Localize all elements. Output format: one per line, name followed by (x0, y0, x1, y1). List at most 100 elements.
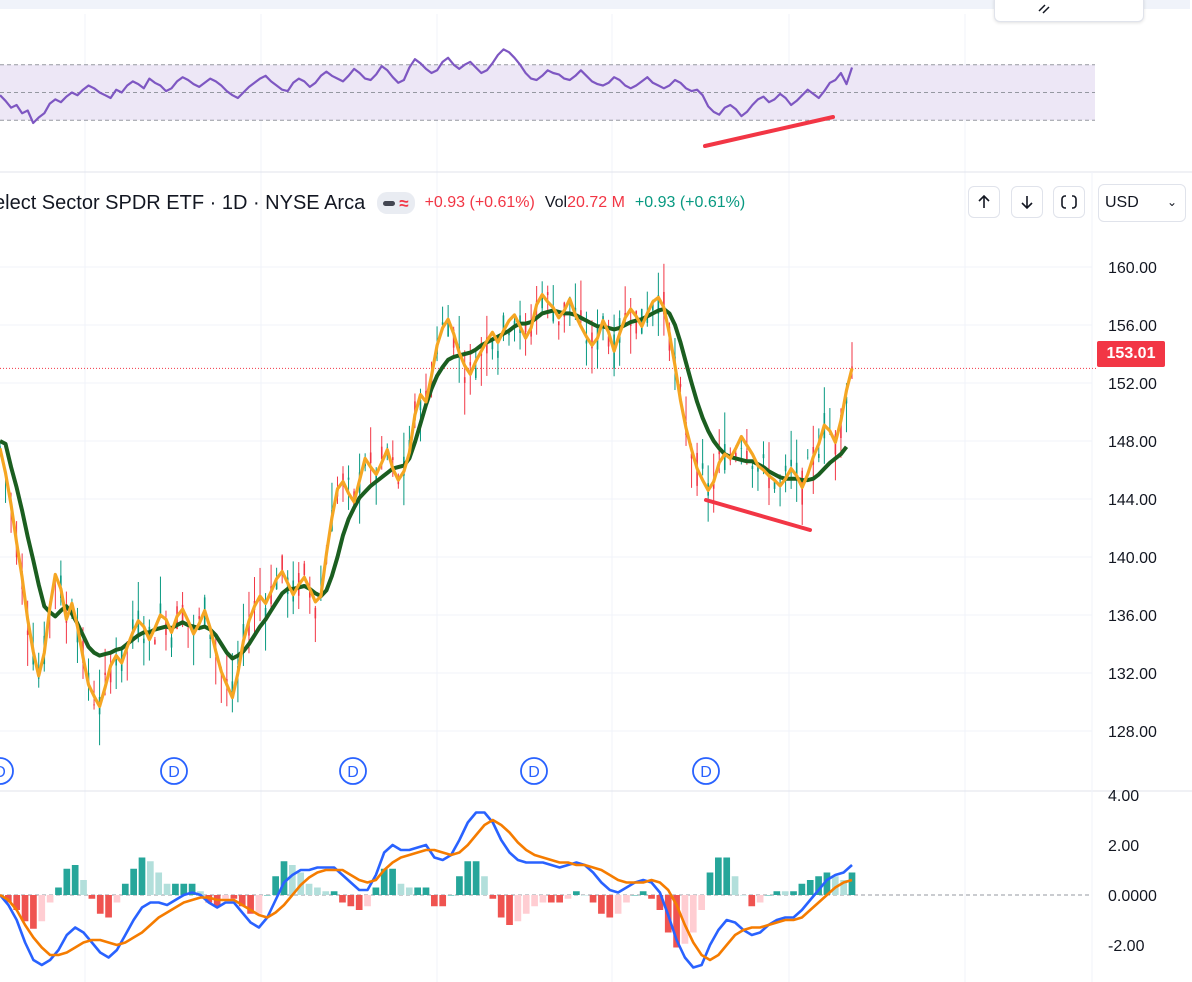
macd-histogram-bar (715, 857, 722, 895)
wave-icon: ≈ (399, 193, 409, 213)
macd-histogram-bar (339, 895, 346, 903)
macd-histogram-bar (364, 895, 371, 907)
macd-histogram-bar (222, 895, 229, 899)
down-arrow-icon (1021, 196, 1033, 210)
scroll-up-button[interactable] (968, 186, 1000, 218)
macd-histogram-bar (698, 895, 705, 910)
currency-select[interactable]: USD ⌄ (1098, 184, 1186, 222)
macd-histogram-bar (648, 895, 655, 899)
price-tick-label: 148.00 (1108, 434, 1157, 451)
fast-ma-line (0, 293, 854, 708)
macd-histogram-bar (422, 887, 430, 895)
macd-histogram-bar (639, 891, 647, 895)
dividend-marker-label: D (0, 764, 6, 781)
macd-histogram-bar (556, 895, 563, 903)
macd-histogram-bar (405, 887, 413, 895)
price-tick-label: 144.00 (1108, 492, 1157, 509)
macd-histogram-bar (263, 895, 271, 896)
macd-histogram-bar (848, 872, 856, 895)
macd-histogram-bar (347, 895, 355, 907)
macd-histogram-bar (514, 895, 522, 922)
macd-histogram-bar (38, 895, 46, 922)
macd-tick-label: 2.00 (1108, 838, 1139, 855)
macd-histogram-bar (506, 895, 513, 925)
price-change: +0.93 (+0.61%) (424, 194, 535, 211)
macd-histogram-bar (723, 857, 731, 895)
macd-histogram-bar (96, 895, 104, 914)
last-price-tag: 153.01 (1097, 341, 1165, 367)
macd-histogram-bar (689, 895, 697, 933)
macd-histogram-bar (397, 883, 405, 895)
macd-histogram-bar (740, 895, 747, 896)
macd-histogram-bar (614, 895, 622, 914)
macd-histogram-bar (130, 868, 137, 895)
symbol-title[interactable]: elect Sector SPDR ETF · 1D · NYSE Arca (0, 192, 365, 215)
volume-value: 20.72 M (567, 194, 625, 211)
macd-histogram-bar (88, 895, 96, 899)
macd-histogram-bar (113, 895, 121, 903)
macd-histogram-bar (155, 872, 163, 895)
macd-histogram-bar (330, 891, 338, 895)
price-tick-label: 160.00 (1108, 260, 1157, 277)
price-tick-label: 152.00 (1108, 376, 1157, 393)
macd-histogram-bar (21, 895, 29, 922)
macd-histogram-bar (71, 865, 79, 895)
drawing-toolbar[interactable] (994, 0, 1144, 22)
macd-histogram-bar (765, 895, 772, 896)
macd-histogram-bar (314, 887, 321, 895)
macd-histogram-bar (172, 883, 179, 895)
price-tick-label: 132.00 (1108, 666, 1157, 683)
currency-label: USD (1105, 194, 1139, 211)
chart-canvas[interactable]: 128.00 132.00 136.00 140.00 144.00 148.00 152.… (0, 0, 1192, 982)
macd-tick-label: 4.00 (1108, 788, 1139, 805)
up-arrow-icon (978, 194, 990, 208)
macd-tick-label: 0.0000 (1108, 888, 1157, 905)
legend: elect Sector SPDR ETF · 1D · NYSE Arca ≈… (0, 188, 745, 218)
macd-histogram-bar (547, 895, 555, 903)
price-tick-label: 140.00 (1108, 550, 1157, 567)
macd-histogram-bar (531, 895, 538, 907)
macd-histogram-bar (573, 891, 580, 895)
fullscreen-icon (1061, 195, 1077, 209)
tab-remnant[interactable] (138, 0, 160, 6)
macd-histogram-bar (147, 861, 154, 895)
macd-histogram-bar (748, 895, 756, 907)
macd-histogram-bar (121, 883, 129, 895)
pencil-icon[interactable] (1035, 0, 1059, 15)
macd-histogram-bar (305, 883, 313, 895)
macd-histogram-bar (706, 872, 714, 895)
price-tick-label: 128.00 (1108, 724, 1157, 741)
dividend-marker-label: D (700, 764, 712, 781)
macd-histogram-bar (322, 891, 330, 895)
legend-badge[interactable]: ≈ (377, 192, 415, 214)
macd-histogram-bar (230, 895, 238, 899)
macd-histogram-bar (372, 887, 380, 895)
macd-histogram-bar (355, 895, 363, 910)
macd-histogram-bar (564, 895, 572, 899)
macd-histogram-bar (773, 891, 781, 895)
macd-histogram-bar (456, 876, 463, 895)
dividend-marker-label: D (528, 764, 540, 781)
macd-histogram-bar (46, 895, 54, 903)
macd-histogram-bar (798, 883, 806, 895)
macd-histogram-bar (589, 895, 597, 903)
macd-histogram-bar (489, 895, 497, 899)
macd-histogram-bar (631, 895, 639, 896)
macd-histogram-bar (447, 895, 455, 896)
macd-tick-label: -2.00 (1108, 938, 1145, 955)
macd-histogram-bar (781, 891, 789, 895)
macd-histogram-bar (30, 895, 37, 929)
macd-histogram-bar (481, 876, 488, 895)
macd-histogram-bar (522, 895, 530, 914)
fullscreen-button[interactable] (1053, 186, 1085, 218)
macd-histogram-bar (255, 895, 263, 914)
macd-histogram-bar (623, 895, 630, 903)
scroll-down-button[interactable] (1011, 186, 1043, 218)
volume-change: +0.93 (+0.61%) (634, 194, 746, 211)
macd-histogram-bar (431, 895, 438, 907)
volume-label: Vol (544, 194, 568, 211)
macd-histogram-bar (581, 895, 589, 896)
macd-histogram-bar (806, 880, 814, 895)
macd-histogram-bar (472, 861, 480, 895)
dash-icon (383, 200, 396, 206)
